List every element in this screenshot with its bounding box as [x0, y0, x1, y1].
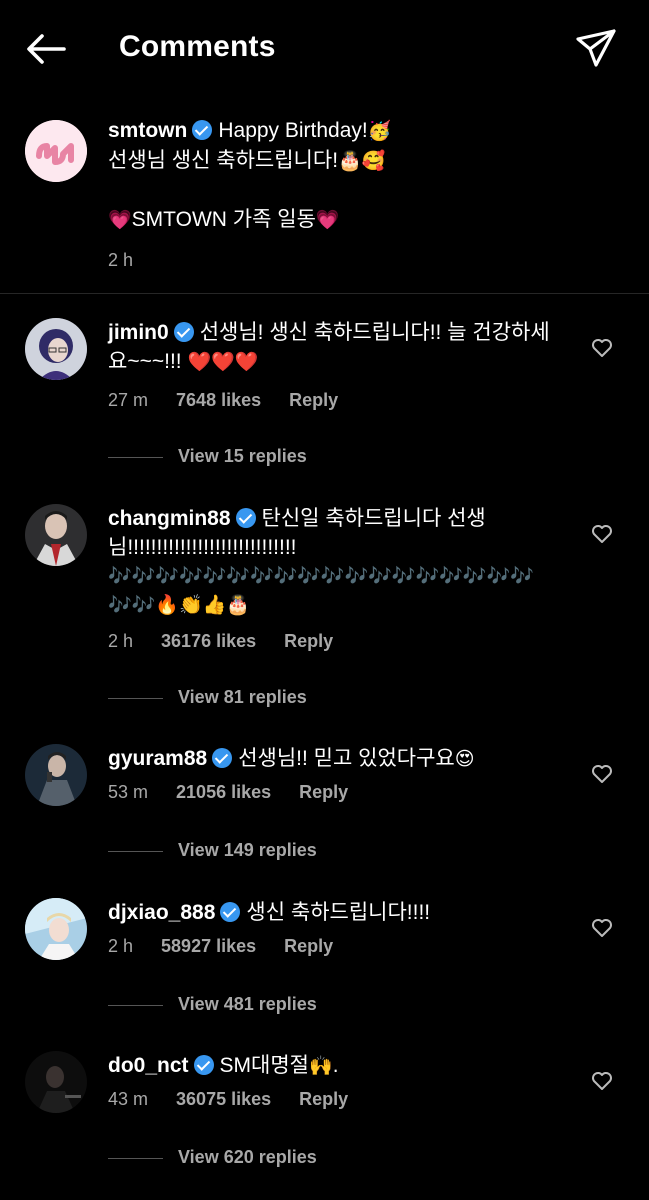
timestamp: 2 h [108, 250, 134, 270]
timestamp: 2 h [108, 631, 134, 651]
comment-body: 선생님!! 믿고 있었다구요 [238, 747, 455, 770]
view-replies-link[interactable]: View 81 replies [108, 687, 307, 708]
like-heart-icon[interactable] [590, 336, 614, 360]
likes-count[interactable]: 36176 likes [161, 631, 256, 651]
caption-emoji-2: 🎂🥰 [338, 150, 386, 172]
comment-emoji: 😍 [454, 748, 475, 770]
comment-meta: 53 m 21056 likes Reply [108, 782, 376, 803]
avatar-photo [25, 744, 87, 806]
view-replies-label: View 620 replies [178, 1147, 317, 1167]
comment-meta: 2 h 58927 likes Reply [108, 936, 361, 957]
username[interactable]: djxiao_888 [108, 901, 215, 924]
verified-badge-icon [212, 748, 233, 768]
caption-emoji-1: 🥳 [367, 120, 392, 142]
avatar-photo [25, 898, 87, 960]
heart-emoji-right: 💗 [315, 209, 340, 231]
timestamp: 27 m [108, 390, 149, 410]
avatar-photo [25, 1051, 87, 1113]
divider [108, 1004, 163, 1006]
caption-line-2: 선생님 생신 축하드립니다! [108, 149, 339, 172]
caption-meta: 2 h [108, 250, 161, 271]
like-heart-icon[interactable] [590, 1069, 614, 1093]
avatar[interactable] [25, 898, 87, 960]
sm-logo-icon [25, 120, 87, 182]
avatar[interactable] [25, 120, 87, 182]
heart-emoji-left: 💗 [108, 209, 132, 231]
reply-button[interactable]: Reply [284, 936, 333, 956]
divider [108, 850, 163, 852]
username[interactable]: gyuram88 [108, 747, 207, 770]
likes-count[interactable]: 21056 likes [176, 782, 271, 802]
comment-body: 생신 축하드립니다!!!! [246, 901, 431, 924]
divider [108, 697, 163, 699]
username[interactable]: changmin88 [108, 507, 231, 530]
page-title: Comments [119, 30, 276, 63]
avatar[interactable] [25, 504, 87, 566]
timestamp: 2 h [108, 936, 134, 956]
likes-count[interactable]: 7648 likes [176, 390, 261, 410]
likes-count[interactable]: 36075 likes [176, 1089, 271, 1109]
view-replies-label: View 81 replies [178, 687, 307, 707]
username[interactable]: do0_nct [108, 1054, 189, 1077]
header: Comments [0, 0, 649, 98]
timestamp: 53 m [108, 782, 149, 802]
like-heart-icon[interactable] [590, 762, 614, 786]
timestamp: 43 m [108, 1089, 149, 1109]
comment-emoji: 🙌. [308, 1055, 339, 1077]
view-replies-link[interactable]: View 15 replies [108, 446, 307, 467]
avatar-photo [25, 504, 87, 566]
divider [108, 1157, 163, 1159]
reply-button[interactable]: Reply [284, 631, 333, 651]
verified-badge-icon [220, 902, 241, 922]
username[interactable]: jimin0 [108, 321, 169, 344]
reply-button[interactable]: Reply [299, 1089, 348, 1109]
comment-body: SM대명절 [219, 1054, 309, 1077]
view-replies-label: View 481 replies [178, 994, 317, 1014]
view-replies-link[interactable]: View 620 replies [108, 1147, 317, 1168]
likes-count[interactable]: 58927 likes [161, 936, 256, 956]
like-heart-icon[interactable] [590, 916, 614, 940]
comment-text: jimin0 선생님! 생신 축하드립니다!! 늘 건강하세요~~~!!! ❤️❤… [108, 318, 568, 377]
post-caption: smtown Happy Birthday!🥳 선생님 생신 축하드립니다!🎂🥰 … [0, 110, 649, 294]
comment-text: gyuram88 선생님!! 믿고 있었다구요😍 [108, 744, 568, 774]
comment-emoji: 🎶🎶🎶🎶🎶🎶🎶🎶🎶🎶🎶🎶🎶🎶🎶🎶🎶🎶🎶🎶🔥👏👍🎂 [108, 565, 534, 616]
verified-badge-icon [193, 1055, 214, 1075]
caption-text: smtown Happy Birthday!🥳 선생님 생신 축하드립니다!🎂🥰 … [108, 116, 628, 235]
comment-meta: 43 m 36075 likes Reply [108, 1089, 376, 1110]
avatar[interactable] [25, 744, 87, 806]
username[interactable]: smtown [108, 119, 187, 142]
comment-meta: 2 h 36176 likes Reply [108, 631, 361, 652]
verified-badge-icon [192, 120, 213, 140]
caption-line-3: SMTOWN 가족 일동 [131, 208, 316, 231]
share-direct-icon[interactable] [574, 26, 618, 70]
view-replies-link[interactable]: View 149 replies [108, 840, 317, 861]
verified-badge-icon [173, 322, 194, 342]
avatar-photo [25, 318, 87, 380]
reply-button[interactable]: Reply [289, 390, 338, 410]
avatar[interactable] [25, 318, 87, 380]
divider [108, 456, 163, 458]
comment-text: do0_nct SM대명절🙌. [108, 1051, 568, 1081]
avatar[interactable] [25, 1051, 87, 1113]
verified-badge-icon [235, 508, 256, 528]
caption-line-1: Happy Birthday! [218, 119, 368, 142]
back-arrow-icon[interactable] [22, 28, 70, 72]
like-heart-icon[interactable] [590, 522, 614, 546]
reply-button[interactable]: Reply [299, 782, 348, 802]
comment-meta: 27 m 7648 likes Reply [108, 390, 366, 411]
view-replies-label: View 15 replies [178, 446, 307, 466]
comment-text: djxiao_888 생신 축하드립니다!!!! [108, 898, 568, 927]
view-replies-label: View 149 replies [178, 840, 317, 860]
comment-text: changmin88 탄신일 축하드립니다 선생님!!!!!!!!!!!!!!!!… [108, 504, 568, 620]
view-replies-link[interactable]: View 481 replies [108, 994, 317, 1015]
comment-emoji: ❤️❤️❤️ [187, 351, 259, 373]
